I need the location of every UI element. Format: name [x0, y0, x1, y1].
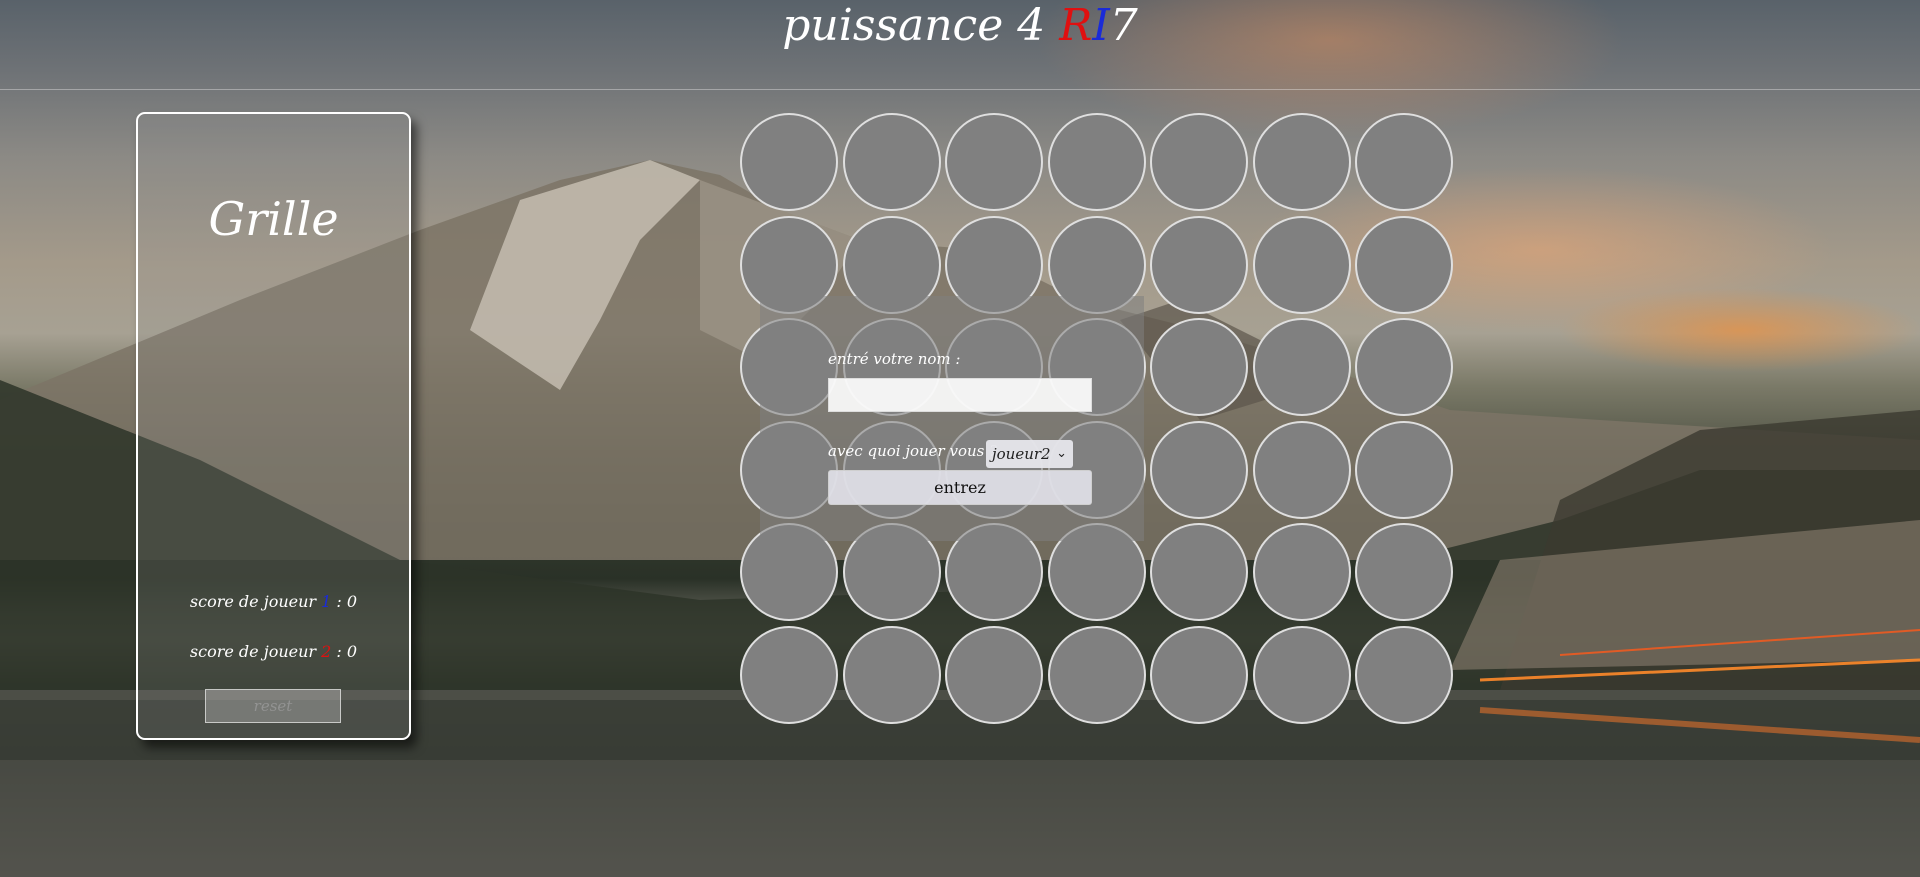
opponent-label: avec quoi jouer vous ? [828, 442, 998, 460]
board-cell[interactable] [1150, 113, 1248, 211]
panel-title: Grille [208, 192, 339, 246]
player1-score-value: 0 [346, 592, 358, 611]
title-letter-i: I [1092, 0, 1110, 51]
player2-number: 2 [321, 642, 332, 661]
title-letter-r: R [1059, 0, 1093, 51]
board-cell[interactable] [1355, 318, 1453, 416]
board-cell[interactable] [945, 113, 1043, 211]
board-cell[interactable] [1150, 626, 1248, 724]
board-cell[interactable] [1253, 318, 1351, 416]
player2-score-value: 0 [346, 642, 358, 661]
score-separator: : [331, 642, 347, 661]
board-cell[interactable] [740, 113, 838, 211]
score-panel: Grille score de joueur 1 : 0 score de jo… [136, 112, 411, 740]
reset-button[interactable]: reset [205, 689, 341, 723]
board-cell[interactable] [1048, 113, 1146, 211]
board-cell[interactable] [1355, 523, 1453, 621]
chevron-down-icon: ⌄ [1056, 446, 1067, 461]
title-end: 7 [1109, 0, 1138, 51]
player1-number: 1 [321, 592, 332, 611]
board-cell[interactable] [1355, 626, 1453, 724]
board-cell[interactable] [1355, 421, 1453, 519]
board-cell[interactable] [1048, 626, 1146, 724]
header-bar: puissance 4 RI7 [0, 0, 1920, 90]
board-cell[interactable] [843, 626, 941, 724]
opponent-selected-value: joueur2 [992, 445, 1051, 463]
board-cell[interactable] [1150, 523, 1248, 621]
name-label: entré votre nom : [828, 350, 961, 368]
board-cell[interactable] [1253, 216, 1351, 314]
title-text: puissance 4 [782, 0, 1060, 51]
board-cell[interactable] [1150, 421, 1248, 519]
player1-score: score de joueur 1 : 0 [138, 592, 409, 611]
page-title: puissance 4 RI7 [0, 0, 1920, 52]
score-label: score de joueur [189, 592, 322, 611]
score-separator: : [331, 592, 347, 611]
board-cell[interactable] [1150, 318, 1248, 416]
board-cell[interactable] [1253, 523, 1351, 621]
enter-button[interactable]: entrez [828, 470, 1092, 505]
score-label: score de joueur [189, 642, 322, 661]
name-input[interactable] [828, 378, 1092, 412]
board-cell[interactable] [1253, 421, 1351, 519]
board-cell[interactable] [843, 113, 941, 211]
board-cell[interactable] [1150, 216, 1248, 314]
board-cell[interactable] [1355, 216, 1453, 314]
board-cell[interactable] [740, 626, 838, 724]
opponent-select[interactable]: joueur2 ⌄ [986, 440, 1073, 468]
board-cell[interactable] [945, 626, 1043, 724]
board-cell[interactable] [1253, 626, 1351, 724]
board-cell[interactable] [1355, 113, 1453, 211]
player2-score: score de joueur 2 : 0 [138, 642, 409, 661]
board-cell[interactable] [1253, 113, 1351, 211]
